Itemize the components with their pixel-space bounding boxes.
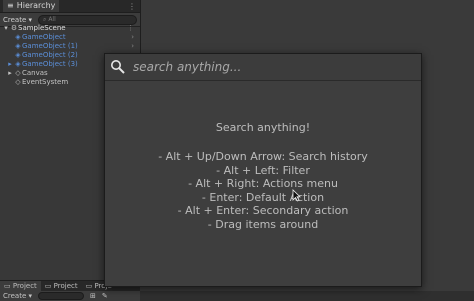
hierarchy-tab[interactable]: ≡ Hierarchy [3, 0, 60, 12]
cube-icon: ◇ [15, 78, 21, 86]
tree-label: GameObject [22, 33, 66, 41]
search-header [105, 54, 421, 81]
cube-icon: ◈ [15, 42, 21, 50]
tree-label: GameObject (3) [22, 60, 78, 68]
chevron-right-icon[interactable]: › [131, 33, 134, 42]
mouse-cursor-icon [292, 187, 301, 206]
tab-label: Project [53, 282, 78, 290]
quick-search-window: Search anything! - Alt + Up/Down Arrow: … [104, 53, 422, 287]
tab-label: Project [12, 282, 37, 290]
expand-arrow-icon[interactable]: ▸ [6, 69, 14, 78]
tree-label: Canvas [22, 69, 48, 77]
hierarchy-search-input[interactable]: ⌕ All [38, 14, 137, 25]
menu-icon[interactable]: ⋮ [127, 24, 134, 33]
cube-icon: ◈ [15, 51, 21, 59]
expand-arrow-icon[interactable]: ▸ [6, 60, 14, 69]
scene-bottom-bar [140, 291, 474, 301]
cube-icon: ◈ [15, 33, 21, 41]
hierarchy-tab-bar: ≡ Hierarchy ⋮ [0, 0, 140, 13]
tree-label: GameObject (1) [22, 42, 78, 50]
filter-icon[interactable]: ⊞ [90, 292, 96, 300]
help-line: - Alt + Right: Actions menu [188, 177, 338, 190]
tree-label: SampleScene [18, 24, 66, 32]
project-search-input[interactable] [38, 292, 85, 300]
hierarchy-tab-label: Hierarchy [16, 1, 56, 10]
help-line: - Alt + Up/Down Arrow: Search history [158, 150, 368, 163]
help-line: - Drag items around [207, 217, 319, 231]
unity-scene-icon: ⚙ [10, 24, 18, 32]
tree-label: GameObject (2) [22, 51, 78, 59]
create-label: Create [3, 15, 27, 24]
search-input[interactable] [131, 59, 405, 75]
tree-row-gameobject-1[interactable]: ◈ GameObject (1) › [0, 42, 140, 51]
create-dropdown[interactable]: Create ▾ [3, 292, 32, 300]
cube-icon: ◈ [15, 60, 21, 68]
help-line: - Enter: Default Action [201, 190, 325, 204]
search-icon [105, 54, 131, 80]
create-label: Create [3, 292, 27, 300]
search-help: Search anything! - Alt + Up/Down Arrow: … [105, 121, 421, 231]
chevron-right-icon[interactable]: › [131, 42, 134, 51]
help-title: Search anything! [215, 121, 311, 134]
cube-icon: ◇ [15, 69, 21, 77]
tree-row-gameobject[interactable]: ◈ GameObject › [0, 33, 140, 42]
search-icon: ⌕ [43, 15, 47, 23]
project-toolbar: Create ▾ ⊞ ✎ [0, 291, 143, 301]
list-icon: ≡ [7, 1, 14, 10]
tag-icon[interactable]: ✎ [102, 292, 108, 300]
tree-row-scene[interactable]: ▾ ⚙ SampleScene ⋮ [0, 24, 140, 33]
create-dropdown[interactable]: Create ▾ [3, 16, 32, 24]
help-line: - Alt + Enter: Secondary action [177, 204, 349, 217]
tree-label: EventSystem [22, 78, 69, 86]
help-line: - Alt + Left: Filter [216, 163, 310, 177]
tab-menu-icon[interactable]: ⋮ [128, 2, 140, 11]
search-placeholder: All [48, 15, 56, 23]
expand-arrow-icon[interactable]: ▾ [2, 24, 10, 33]
